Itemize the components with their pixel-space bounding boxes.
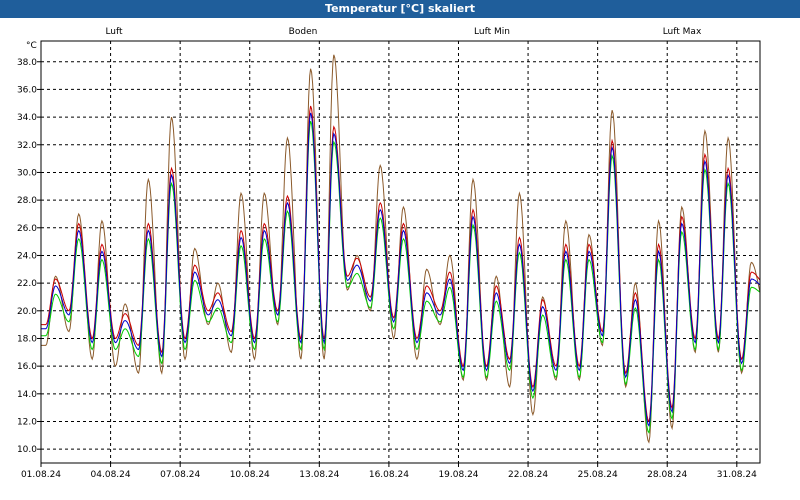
temperature-chart: Luft Boden Luft Min Luft Max °C 10.0 12.0… (0, 18, 800, 500)
x-tick-label: 19.08.24 (438, 470, 478, 480)
x-tick-label: 28.08.24 (647, 470, 687, 480)
legend-luft-max: Luft Max (663, 27, 702, 37)
window-title: Temperatur [°C] skaliert (0, 0, 800, 18)
x-tick-label: 01.08.24 (21, 470, 61, 480)
y-tick-label: 18.0 (17, 334, 37, 344)
y-tick-label: 38.0 (17, 58, 37, 68)
y-tick-label: 36.0 (17, 85, 37, 95)
y-tick-label: 26.0 (17, 224, 37, 234)
x-tick-label: 16.08.24 (369, 470, 409, 480)
y-tick-label: 32.0 (17, 141, 37, 151)
y-tick-label: 22.0 (17, 279, 37, 289)
y-axis-unit: °C (26, 41, 37, 51)
x-tick-label: 25.08.24 (578, 470, 618, 480)
y-tick-label: 20.0 (17, 307, 37, 317)
legend-luft: Luft (105, 27, 123, 37)
x-tick-label: 22.08.24 (508, 470, 548, 480)
x-tick-label: 10.08.24 (230, 470, 270, 480)
x-tick-label: 31.08.24 (717, 470, 757, 480)
y-tick-label: 14.0 (17, 390, 37, 400)
x-tick-label: 04.08.24 (91, 470, 131, 480)
y-tick-label: 16.0 (17, 362, 37, 372)
legend-luft-min: Luft Min (474, 27, 510, 37)
x-tick-label: 13.08.24 (299, 470, 339, 480)
y-tick-label: 34.0 (17, 113, 37, 123)
y-tick-label: 10.0 (17, 445, 37, 455)
legend-boden: Boden (289, 27, 318, 37)
x-tick-label: 07.08.24 (160, 470, 200, 480)
y-tick-label: 24.0 (17, 251, 37, 261)
y-tick-label: 12.0 (17, 417, 37, 427)
y-tick-label: 30.0 (17, 168, 37, 178)
y-tick-label: 28.0 (17, 196, 37, 206)
